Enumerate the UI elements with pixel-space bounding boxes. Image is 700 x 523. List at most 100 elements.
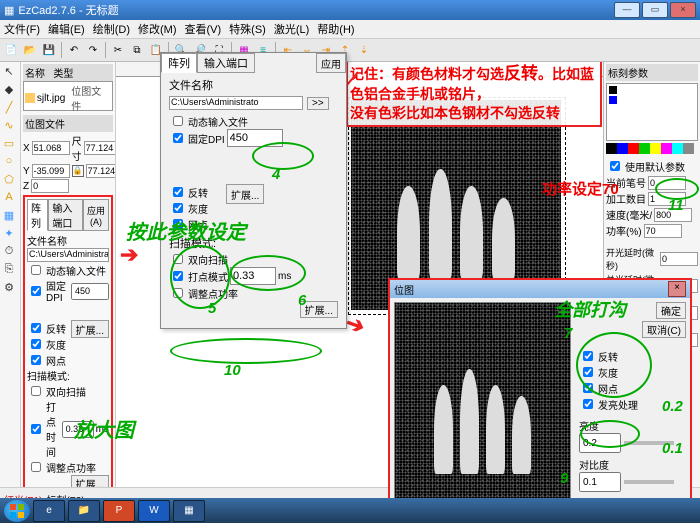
file-path[interactable]: C:\Users\Administrato	[27, 248, 109, 262]
dlg-browse-button[interactable]: >>	[307, 97, 329, 110]
bidir-checkbox-sm[interactable]: 双向扫描	[27, 383, 109, 399]
pen-list[interactable]	[606, 83, 698, 141]
colour-palette[interactable]	[606, 143, 698, 154]
rect-tool-icon[interactable]: ▭	[0, 134, 18, 152]
dlg-fixeddpi-checkbox[interactable]: 固定DPI	[169, 129, 338, 147]
dpi-input[interactable]	[71, 283, 109, 300]
menu-edit[interactable]: 编辑(E)	[48, 21, 85, 37]
size-x-input[interactable]	[84, 141, 116, 155]
bitmap-dialog-close[interactable]: ×	[668, 281, 686, 297]
bright-input[interactable]	[579, 433, 621, 453]
pos-y-input[interactable]	[32, 164, 70, 178]
copy-icon[interactable]: ⧉	[128, 41, 146, 59]
dlg-dotmode-checkbox[interactable]: 打点模式 ms	[169, 267, 338, 285]
adjpw-checkbox-sm[interactable]: 调整点功率	[27, 459, 109, 475]
task-explorer-icon[interactable]: 📁	[68, 500, 100, 522]
dot-time-input-sm[interactable]	[62, 421, 94, 438]
arrow-right-icon: ➔	[120, 242, 138, 268]
menu-special[interactable]: 特殊(S)	[229, 21, 266, 37]
undo-icon[interactable]: ↶	[65, 41, 83, 59]
menu-draw[interactable]: 绘制(D)	[93, 21, 130, 37]
contrast-slider[interactable]	[624, 480, 674, 484]
align-bottom-icon[interactable]: ⇣	[355, 41, 373, 59]
count-input[interactable]	[648, 192, 686, 206]
cut-icon[interactable]: ✂	[109, 41, 127, 59]
small-tab-array[interactable]: 阵列	[27, 199, 48, 231]
curve-tool-icon[interactable]: ∿	[0, 116, 18, 134]
small-tab-ioport[interactable]: 输入端口	[48, 199, 83, 231]
bmp-ok-button[interactable]: 确定	[656, 302, 686, 319]
bmp-bright-checkbox[interactable]: 发亮处理	[579, 396, 686, 412]
polygon-tool-icon[interactable]: ⬠	[0, 170, 18, 188]
bmp-gray-checkbox[interactable]: 灰度	[579, 364, 686, 380]
dlg-tab-array[interactable]: 阵列	[161, 53, 197, 73]
dlg-reverse-checkbox[interactable]: 反转	[169, 184, 208, 200]
timer-tool-icon[interactable]: ⏱	[0, 242, 18, 260]
small-apply-button[interactable]: 应用(A)	[83, 199, 109, 231]
start-button[interactable]	[4, 500, 30, 522]
pen-no-input[interactable]	[648, 176, 686, 190]
expand-button-sm[interactable]: 扩展...	[71, 320, 109, 338]
task-ppt-icon[interactable]: P	[103, 500, 135, 522]
menu-modify[interactable]: 修改(M)	[138, 21, 177, 37]
dlg-dyn-checkbox[interactable]: 动态输入文件	[169, 113, 338, 129]
circle-tool-icon[interactable]: ○	[0, 152, 18, 170]
dlg-apply-button[interactable]: 应用	[316, 53, 346, 73]
bright-slider[interactable]	[624, 441, 674, 445]
object-tree[interactable]: sjlt.jpg 位图文件	[23, 81, 113, 111]
reverse-checkbox-sm[interactable]: 反转	[27, 320, 71, 336]
task-ie-icon[interactable]: e	[33, 500, 65, 522]
line-tool-icon[interactable]: ╱	[0, 98, 18, 116]
dlg-dottime-input[interactable]	[230, 267, 276, 285]
input-tool-icon[interactable]: ⎘	[0, 260, 18, 278]
use-default-checkbox[interactable]: 使用默认参数	[606, 158, 698, 174]
encoder-tool-icon[interactable]: ⚙	[0, 278, 18, 296]
open-icon[interactable]: 📂	[21, 41, 39, 59]
dlg-expand2-button[interactable]: 扩展...	[300, 301, 338, 318]
new-icon[interactable]: 📄	[2, 41, 20, 59]
ondelay-input[interactable]	[660, 252, 698, 266]
speed-input[interactable]	[654, 208, 692, 222]
task-word-icon[interactable]: W	[138, 500, 170, 522]
save-icon[interactable]: 💾	[40, 41, 58, 59]
dot-checkbox-sm[interactable]: 网点	[27, 352, 71, 368]
dlg-bidir-checkbox[interactable]: 双向扫描	[169, 251, 338, 267]
bmp-reverse-checkbox[interactable]: 反转	[579, 348, 686, 364]
dlg-gray-checkbox[interactable]: 灰度	[169, 200, 208, 216]
lock-aspect-icon[interactable]: 🔒	[72, 165, 84, 177]
gray-checkbox-sm[interactable]: 灰度	[27, 336, 71, 352]
dyn-input-checkbox[interactable]: 动态输入文件	[27, 262, 109, 278]
node-tool-icon[interactable]: ◆	[0, 80, 18, 98]
expand2-button-sm[interactable]: 扩展...	[71, 475, 109, 487]
bmp-cancel-button[interactable]: 取消(C)	[642, 321, 686, 338]
redo-icon[interactable]: ↷	[84, 41, 102, 59]
dlg-dot-checkbox[interactable]: 网点	[169, 216, 208, 232]
contrast-input[interactable]	[579, 472, 621, 492]
dotmode-checkbox-sm[interactable]: 打点时间 ms	[27, 399, 109, 459]
select-tool-icon[interactable]: ↖	[0, 62, 18, 80]
maximize-button[interactable]: ▭	[642, 2, 668, 18]
contrast-label: 对比度	[579, 461, 609, 472]
task-ezcad-icon[interactable]: ▦	[173, 500, 205, 522]
menu-help[interactable]: 帮助(H)	[317, 21, 354, 37]
fixed-dpi-checkbox[interactable]: 固定DPI	[27, 278, 109, 304]
minimize-button[interactable]: —	[614, 2, 640, 18]
power-input[interactable]	[644, 224, 682, 238]
dlg-dpi-input[interactable]	[227, 129, 283, 147]
pos-x-input[interactable]	[32, 141, 70, 155]
dlg-tab-ioport[interactable]: 输入端口	[197, 53, 255, 73]
dlg-expand-button[interactable]: 扩展...	[226, 184, 264, 204]
menu-laser[interactable]: 激光(L)	[274, 21, 309, 37]
tree-item-bitmap[interactable]: sjlt.jpg 位图文件	[25, 83, 111, 113]
bmp-dot-checkbox[interactable]: 网点	[579, 380, 686, 396]
close-button[interactable]: ×	[670, 2, 696, 18]
vector-tool-icon[interactable]: ✦	[0, 224, 18, 242]
import-tool-icon[interactable]: ▦	[0, 206, 18, 224]
text-tool-icon[interactable]: A	[0, 188, 18, 206]
pos-z-input[interactable]	[31, 179, 69, 193]
menu-view[interactable]: 查看(V)	[185, 21, 222, 37]
menu-file[interactable]: 文件(F)	[4, 21, 40, 37]
dlg-adjpw-checkbox[interactable]: 调整点功率	[169, 285, 338, 301]
size-y-input[interactable]	[86, 164, 116, 178]
dlg-file-path[interactable]: C:\Users\Administrato	[169, 96, 303, 110]
